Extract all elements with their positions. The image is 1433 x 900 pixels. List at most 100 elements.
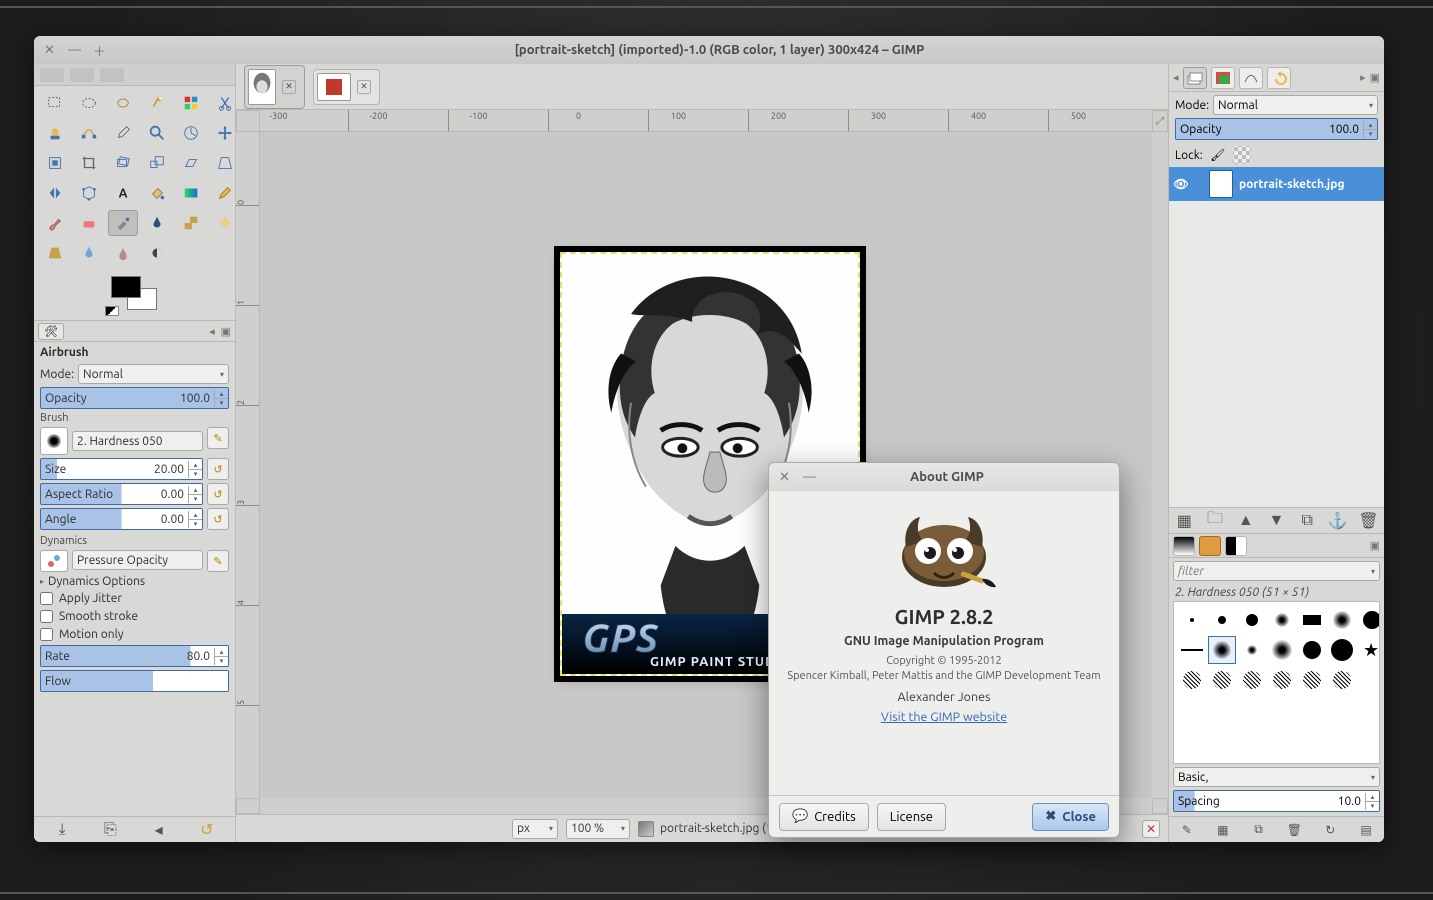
aspect-slider[interactable]: Aspect Ratio 0.00 ▴▾ xyxy=(40,483,203,505)
rate-slider[interactable]: Rate 80.0 ▴▾ xyxy=(40,645,229,667)
lock-pixels-icon[interactable]: 🖌 xyxy=(1209,146,1227,164)
spacing-slider[interactable]: Spacing 10.0 ▴▾ xyxy=(1173,790,1380,812)
mode-combo[interactable]: Normal▾ xyxy=(78,364,229,384)
tool-options-tab[interactable]: 🛠 xyxy=(38,323,64,340)
tool-bucket-fill[interactable] xyxy=(142,180,172,206)
tool-flip[interactable] xyxy=(40,180,70,206)
delete-preset-icon[interactable]: ◂ xyxy=(149,821,169,839)
tool-by-color-select[interactable] xyxy=(176,90,206,116)
window-minimize-icon[interactable]: — xyxy=(804,472,815,483)
tool-color-picker[interactable] xyxy=(108,120,138,146)
delete-brush-icon[interactable]: 🗑 xyxy=(1284,821,1304,839)
tool-ink[interactable] xyxy=(142,210,172,236)
quickmask-corner[interactable]: ⤢ xyxy=(1152,110,1168,132)
tool-foreground-select[interactable] xyxy=(40,120,70,146)
ruler-corner[interactable] xyxy=(236,110,260,132)
window-maximize-icon[interactable]: ＋ xyxy=(94,45,105,56)
default-colors-icon[interactable] xyxy=(105,306,119,316)
reset-preset-icon[interactable]: ↺ xyxy=(197,821,217,839)
dock-expand-icon[interactable]: ▣ xyxy=(221,325,231,338)
visibility-icon[interactable]: 👁 xyxy=(1173,176,1189,192)
brushes-tab[interactable] xyxy=(1173,536,1195,556)
dock-scroll-right-icon[interactable]: ▸ xyxy=(1360,71,1366,84)
tool-measure[interactable] xyxy=(176,120,206,146)
color-swatch[interactable] xyxy=(105,276,165,316)
nav-corner[interactable] xyxy=(1152,798,1168,814)
unit-combo[interactable]: px▾ xyxy=(512,819,558,839)
angle-slider[interactable]: Angle 0.00 ▴▾ xyxy=(40,508,203,530)
edit-brush-icon[interactable]: ✎ xyxy=(1177,821,1197,839)
lower-layer-icon[interactable]: ▼ xyxy=(1266,512,1286,530)
tool-align[interactable] xyxy=(40,150,70,176)
brush-name-combo[interactable]: 2. Hardness 050 xyxy=(72,431,203,451)
layers-tab[interactable] xyxy=(1183,67,1207,89)
layer-opacity-slider[interactable]: Opacity 100.0 ▴▾ xyxy=(1175,118,1378,140)
size-reset-button[interactable]: ↺ xyxy=(207,458,229,480)
restore-preset-icon[interactable]: ⎘ xyxy=(100,821,120,839)
close-tab-icon[interactable]: ✕ xyxy=(282,80,296,94)
dock-scroll-left-icon[interactable]: ◂ xyxy=(1173,71,1179,84)
tool-paintbrush[interactable] xyxy=(40,210,70,236)
about-titlebar[interactable]: ✕ — About GIMP xyxy=(769,463,1119,491)
angle-reset-button[interactable]: ↺ xyxy=(207,508,229,530)
new-layer-icon[interactable]: ▦ xyxy=(1174,512,1194,530)
horizontal-ruler[interactable]: -300-200-1000100200300400500 xyxy=(260,110,1152,132)
channels-tab[interactable] xyxy=(1211,67,1235,89)
tool-rotate[interactable] xyxy=(108,150,138,176)
dynamics-options-expander[interactable]: ▸Dynamics Options xyxy=(40,575,229,588)
motion-only-check[interactable]: Motion only xyxy=(40,627,229,642)
dock-menu-icon[interactable]: ▣ xyxy=(1370,539,1380,552)
brush-preset-combo[interactable]: Basic,▾ xyxy=(1173,767,1380,787)
save-preset-icon[interactable]: ⤓ xyxy=(52,821,72,839)
window-minimize-icon[interactable]: — xyxy=(69,45,80,56)
layer-group-icon[interactable]: 🗀 xyxy=(1205,512,1225,530)
qmask-toggle[interactable] xyxy=(236,798,260,814)
dup-layer-icon[interactable]: ⧉ xyxy=(1297,512,1317,530)
opacity-slider[interactable]: Opacity 100.0 ▴▾ xyxy=(40,387,229,409)
tool-blur[interactable] xyxy=(74,240,104,266)
gradients-tab[interactable] xyxy=(1225,536,1247,556)
lock-alpha-icon[interactable] xyxy=(1233,146,1251,164)
tool-text[interactable]: A xyxy=(108,180,138,206)
undo-tab[interactable] xyxy=(1267,67,1291,89)
refresh-brush-icon[interactable]: ↻ xyxy=(1320,821,1340,839)
dynamics-edit-button[interactable]: ✎ xyxy=(207,550,229,572)
flow-slider[interactable]: Flow xyxy=(40,670,229,692)
doc-tab-portrait[interactable]: ✕ xyxy=(244,65,305,109)
tool-dodge-burn[interactable] xyxy=(142,240,172,266)
smooth-stroke-check[interactable]: Smooth stroke xyxy=(40,609,229,624)
vertical-scrollbar[interactable] xyxy=(1152,132,1168,798)
tool-scale[interactable] xyxy=(142,150,172,176)
window-close-icon[interactable]: ✕ xyxy=(779,472,790,483)
tool-smudge[interactable] xyxy=(108,240,138,266)
brush-preview-chip[interactable] xyxy=(40,427,68,455)
tool-shear[interactable] xyxy=(176,150,206,176)
dock-menu-icon[interactable]: ◂ xyxy=(209,325,215,338)
brush-filter-combo[interactable]: filter▾ xyxy=(1173,561,1380,581)
tool-fuzzy-select[interactable] xyxy=(142,90,172,116)
aspect-reset-button[interactable]: ↺ xyxy=(207,483,229,505)
about-website-link[interactable]: Visit the GIMP website xyxy=(881,710,1007,724)
layer-list[interactable]: 👁 portrait-sketch.jpg xyxy=(1169,167,1384,507)
tool-zoom[interactable] xyxy=(142,120,172,146)
tool-blend[interactable] xyxy=(176,180,206,206)
brush-grid[interactable]: ★ xyxy=(1173,601,1380,764)
dynamics-chip[interactable] xyxy=(40,550,68,572)
close-tab-icon[interactable]: ✕ xyxy=(357,80,371,94)
dock-menu-icon[interactable]: ▣ xyxy=(1370,71,1380,84)
raise-layer-icon[interactable]: ▲ xyxy=(1236,512,1256,530)
paths-tab[interactable] xyxy=(1239,67,1263,89)
window-titlebar[interactable]: ✕ — ＋ [portrait-sketch] (imported)-1.0 (… xyxy=(34,36,1384,64)
credits-button[interactable]: 💬Credits xyxy=(779,803,869,831)
layer-name[interactable]: portrait-sketch.jpg xyxy=(1239,178,1345,191)
dynamics-combo[interactable]: Pressure Opacity xyxy=(72,550,203,570)
doc-tab-untitled[interactable]: ✕ xyxy=(313,69,380,105)
tool-eraser[interactable] xyxy=(74,210,104,236)
brush-edit-button[interactable]: ✎ xyxy=(207,427,229,449)
layer-mode-combo[interactable]: Normal▾ xyxy=(1213,95,1378,115)
tool-free-select[interactable] xyxy=(108,90,138,116)
delete-layer-icon[interactable]: 🗑 xyxy=(1359,512,1379,530)
tool-crop[interactable] xyxy=(74,150,104,176)
open-as-image-icon[interactable]: ▤ xyxy=(1356,821,1376,839)
apply-jitter-check[interactable]: Apply Jitter xyxy=(40,591,229,606)
